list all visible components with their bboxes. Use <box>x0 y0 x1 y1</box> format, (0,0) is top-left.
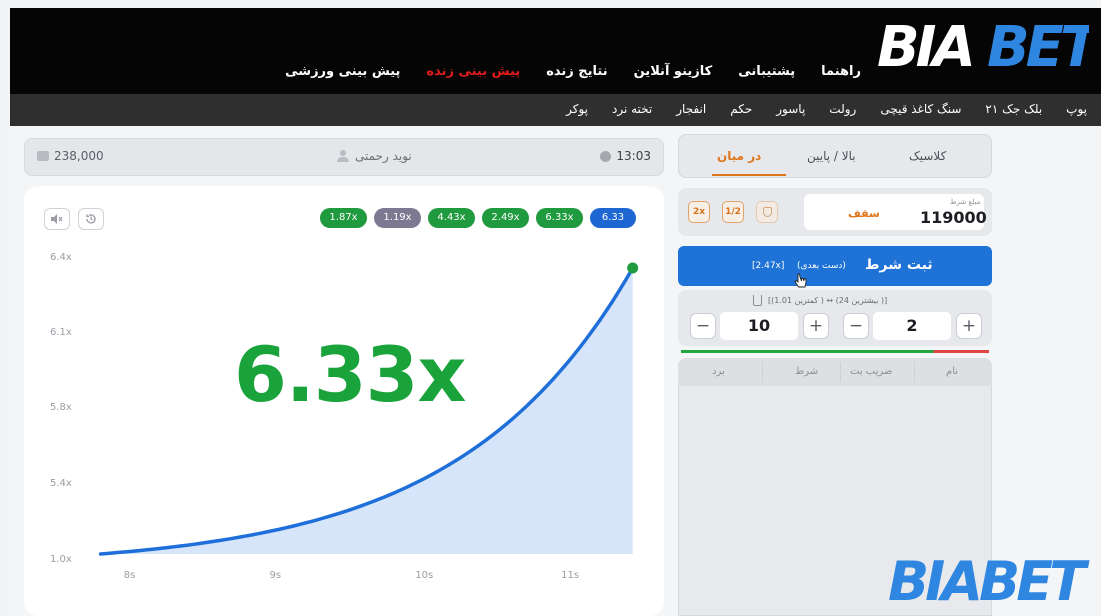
game-nav-item[interactable]: سنگ کاغذ قیچی <box>880 102 961 116</box>
y-tick-label: 5.4x <box>50 478 72 489</box>
win-lose-ratio-bar <box>681 350 989 353</box>
range-high-value[interactable]: 2 <box>873 312 951 340</box>
multiplier-history: 1.87x 1.19x 4.43x 2.49x 6.33x 6.33 <box>320 208 636 228</box>
history-button[interactable] <box>78 208 104 230</box>
history-chip[interactable]: 1.87x <box>320 208 367 228</box>
username-text: نوید رحمتی <box>355 149 412 163</box>
wallet-icon <box>37 151 49 161</box>
place-bet-sub: (دست بعدی) <box>797 261 846 271</box>
history-chip[interactable]: 6.33 <box>590 208 636 228</box>
active-tab-indicator <box>712 174 786 176</box>
games-bar: پوکر تخته نرد انفجار حکم پاسور رولت سنگ کاغذ ق… <box>10 94 1101 126</box>
user-icon <box>337 150 349 162</box>
col-win: برد <box>712 366 725 377</box>
range-low-value[interactable]: 10 <box>720 312 798 340</box>
round-time: 13:03 <box>600 149 651 163</box>
username: نوید رحمتی <box>337 149 412 163</box>
range-high-decrease-button[interactable]: − <box>843 313 869 339</box>
stake-value: 119000 <box>920 208 987 227</box>
lock-icon <box>753 295 762 306</box>
shield-button[interactable] <box>756 201 778 223</box>
main-nav-item[interactable]: کازینو آنلاین <box>634 64 713 79</box>
tab-high-low[interactable]: بالا / پایین <box>807 149 856 163</box>
games-nav: پوکر تخته نرد انفجار حکم پاسور رولت سنگ کاغذ ق… <box>566 102 1087 116</box>
double-stake-button[interactable]: 2x <box>688 201 710 223</box>
bets-table-header <box>678 358 992 386</box>
tab-in-between[interactable]: در میان <box>717 149 761 163</box>
main-nav-item[interactable]: نتایج زنده <box>546 64 607 79</box>
col-divider <box>914 362 915 382</box>
main-nav: پیش بینی ورزشی پیش بینی زنده نتایج زنده کاز… <box>285 64 861 79</box>
main-nav-item[interactable]: پیش بینی زنده <box>426 64 520 79</box>
tab-classic[interactable]: کلاسیک <box>909 149 946 163</box>
curve-end-dot <box>627 262 639 274</box>
x-tick-label: 9s <box>270 570 282 580</box>
svg-text:BIABET: BIABET <box>888 550 1090 608</box>
game-nav-item[interactable]: انفجار <box>676 102 706 116</box>
half-stake-button[interactable]: 1/2 <box>722 201 744 223</box>
range-high-increase-button[interactable]: + <box>956 313 982 339</box>
x-tick-label: 10s <box>415 570 433 580</box>
y-tick-label: 6.1x <box>50 327 72 338</box>
game-nav-item[interactable]: پوکر <box>566 102 588 116</box>
balance: 238,000 <box>37 149 104 163</box>
game-nav-item[interactable]: حکم <box>730 102 752 116</box>
sound-toggle-button[interactable] <box>44 208 70 230</box>
svg-text:BIA: BIA <box>877 15 972 76</box>
game-screen: BIA BET پیش بینی ورزشی پیش بینی زنده نتایج… <box>0 0 1101 616</box>
history-chip[interactable]: 2.49x <box>482 208 529 228</box>
top-header: BIA BET پیش بینی ورزشی پیش بینی زنده نتایج… <box>10 8 1101 94</box>
col-stake: شرط <box>795 366 819 377</box>
game-mode-tabs: کلاسیک بالا / پایین در میان <box>678 134 992 178</box>
game-nav-item[interactable]: تخته نرد <box>612 102 652 116</box>
col-multiplier: ضریب بت <box>850 366 893 377</box>
y-tick-label: 5.8x <box>50 402 72 413</box>
range-hint: [(کمترین 1.01 ) ↔ (بیشترین 24 )] <box>768 296 888 305</box>
x-tick-label: 8s <box>124 570 136 580</box>
svg-text:BET: BET <box>987 15 1089 76</box>
place-bet-label: ثبت شرط <box>865 257 933 273</box>
current-multiplier: 6.33x <box>234 330 467 419</box>
main-nav-item[interactable]: پیش بینی ورزشی <box>285 64 400 79</box>
main-nav-item[interactable]: پشتیبانی <box>738 64 795 79</box>
history-icon <box>86 214 96 224</box>
col-divider <box>762 362 763 382</box>
game-nav-item[interactable]: رولت <box>829 102 856 116</box>
shield-icon <box>763 207 772 217</box>
balance-value: 238,000 <box>54 149 104 163</box>
range-low-increase-button[interactable]: + <box>803 313 829 339</box>
y-tick-label: 6.4x <box>50 252 72 263</box>
col-name: نام <box>946 366 959 377</box>
max-stake-label[interactable]: سقف <box>848 207 880 220</box>
col-divider <box>840 362 841 382</box>
y-tick-label: 1.0x <box>50 554 72 565</box>
history-chip[interactable]: 4.43x <box>428 208 475 228</box>
history-chip[interactable]: 6.33x <box>536 208 583 228</box>
time-value: 13:03 <box>616 149 651 163</box>
hand-cursor-icon <box>794 273 807 288</box>
game-nav-item[interactable]: پاسور <box>776 102 805 116</box>
stake-caption: مبلغ شرط <box>950 198 981 206</box>
place-bet-multiplier: [2.47x] <box>752 261 785 271</box>
player-info-bar: 238,000 نوید رحمتی 13:03 <box>24 138 664 176</box>
game-nav-item[interactable]: پوپ <box>1066 102 1087 116</box>
main-nav-item[interactable]: راهنما <box>821 64 861 79</box>
biabet-watermark-logo: BIABET <box>888 550 1092 608</box>
range-low-decrease-button[interactable]: − <box>690 313 716 339</box>
speaker-icon <box>51 214 63 224</box>
biabet-logo[interactable]: BIA BET <box>875 14 1089 76</box>
x-tick-label: 11s <box>561 570 579 580</box>
game-nav-item[interactable]: بلک جک ۲۱ <box>985 102 1042 116</box>
history-chip[interactable]: 1.19x <box>374 208 421 228</box>
clock-icon <box>600 150 612 162</box>
